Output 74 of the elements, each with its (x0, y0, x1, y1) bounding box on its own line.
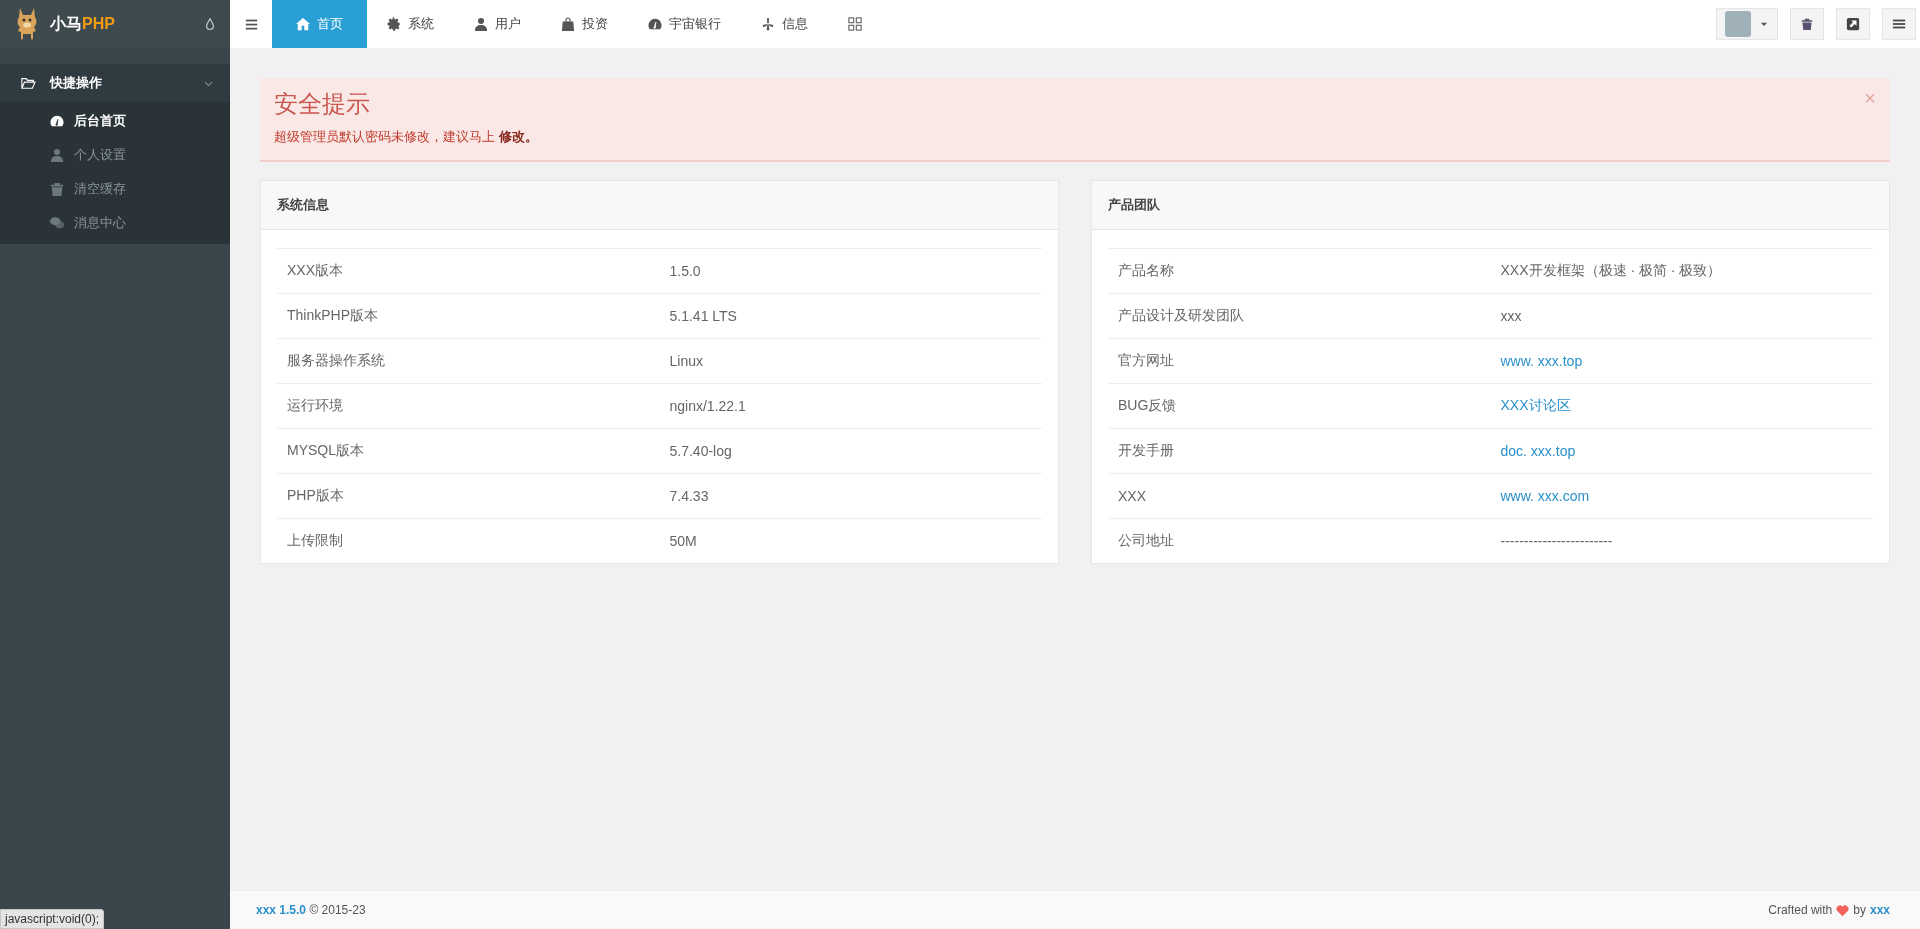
avatar (1725, 11, 1751, 37)
credit-text: Crafted with (1768, 903, 1833, 917)
list-icon (1892, 17, 1906, 31)
table-cell: 运行环境 (277, 383, 660, 429)
list-button[interactable] (1882, 8, 1916, 40)
sidebar-item[interactable]: 消息中心 (0, 206, 230, 240)
nav-tab[interactable]: 信息 (741, 0, 828, 48)
droplet-icon (204, 16, 216, 32)
sidebar-item[interactable]: 后台首页 (0, 104, 230, 138)
alert-message: 超级管理员默认密码未修改，建议马上 修改。 (274, 128, 539, 146)
table-cell: MYSQL版本 (277, 428, 660, 474)
heart-icon (1836, 903, 1850, 917)
horse-mascot-icon (16, 8, 38, 40)
nav-tab[interactable]: 用户 (454, 0, 541, 48)
table-link[interactable]: XXX讨论区 (1500, 397, 1571, 413)
user-icon (50, 148, 64, 162)
table-cell: nginx/1.22.1 (659, 383, 1042, 429)
nav-tab[interactable]: 首页 (272, 0, 367, 48)
change-password-link[interactable]: 修改。 (498, 129, 538, 144)
dashboard-icon (648, 17, 662, 31)
dashboard-icon (50, 114, 64, 128)
table-cell: 公司地址 (1108, 518, 1491, 563)
table-link[interactable]: www. xxx.top (1500, 353, 1583, 369)
folder-icon (20, 76, 36, 90)
table-cell: 产品名称 (1108, 248, 1491, 294)
author-link[interactable]: xxx (1869, 903, 1890, 917)
status-url-tooltip: javascript:void(0); (0, 909, 105, 929)
table-cell: XXX开发框架（极速 · 极简 · 极致） (1490, 248, 1873, 294)
menu-icon (244, 17, 258, 31)
table-cell: 1.5.0 (659, 248, 1042, 294)
panel-title: 系统信息 (277, 196, 329, 214)
table-cell: ------------------------ (1490, 518, 1873, 563)
panel-title: 产品团队 (1108, 196, 1160, 214)
table-cell: BUG反馈 (1108, 383, 1491, 429)
table-cell: 官方网址 (1108, 338, 1491, 384)
table-cell: PHP版本 (277, 473, 660, 519)
table-link[interactable]: doc. xxx.top (1500, 443, 1576, 459)
version-link[interactable]: xxx 1.5.0 (256, 903, 307, 917)
table-cell: 开发手册 (1108, 428, 1491, 474)
alert-title: 安全提示 (274, 89, 370, 119)
table-cell: 产品设计及研发团队 (1108, 293, 1491, 339)
table-cell: ThinkPHP版本 (277, 293, 660, 339)
table-cell: XXX (1108, 473, 1491, 519)
grid-icon (848, 17, 862, 31)
chat-icon (50, 216, 64, 230)
table-cell: 服务器操作系统 (277, 338, 660, 384)
trash-button[interactable] (1790, 8, 1824, 40)
nav-tab[interactable]: 宇宙银行 (628, 0, 741, 48)
credit-text: by (1853, 903, 1866, 917)
sidebar-item[interactable]: 个人设置 (0, 138, 230, 172)
shopping-bag-icon (561, 17, 575, 31)
trash-icon (50, 182, 64, 196)
sidebar-item[interactable]: 清空缓存 (0, 172, 230, 206)
table-link[interactable]: www. xxx.com (1500, 488, 1590, 504)
table-cell: 5.1.41 LTS (659, 293, 1042, 339)
copyright-text: xxx 1.5.0 © 2015-23 (256, 903, 366, 917)
settings-icon (387, 17, 401, 31)
home-icon (296, 17, 310, 31)
logo-text: 小马PHP (50, 13, 116, 34)
table-cell: Linux (659, 338, 1042, 384)
table-cell: 上传限制 (277, 518, 660, 563)
table-cell: 50M (659, 518, 1042, 563)
nav-tab[interactable]: 投资 (541, 0, 628, 48)
external-link-icon (1846, 17, 1860, 31)
table-cell: XXX版本 (277, 248, 660, 294)
burst-icon (761, 17, 775, 31)
table-cell: xxx (1490, 293, 1873, 339)
menu-group[interactable]: 快捷操作 (0, 64, 230, 102)
table-cell: 7.4.33 (659, 473, 1042, 519)
external-link-button[interactable] (1836, 8, 1870, 40)
table-cell: 5.7.40-log (659, 428, 1042, 474)
user-icon (474, 17, 488, 31)
trash-icon (1801, 17, 1813, 31)
nav-tab[interactable]: 系统 (367, 0, 454, 48)
